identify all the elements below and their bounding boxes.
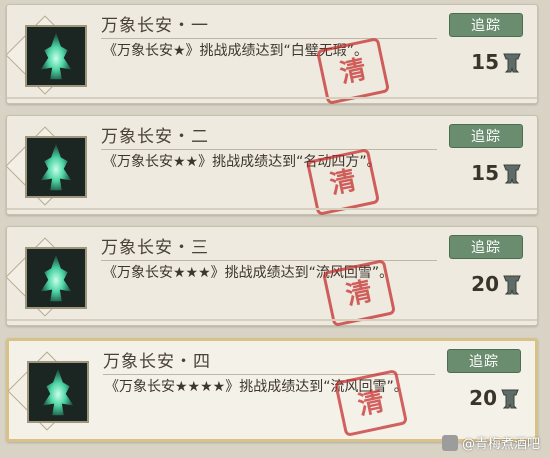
achievement-title: 万象长安・一 xyxy=(101,16,209,36)
bronze-vessel-icon xyxy=(501,389,519,409)
title-divider xyxy=(101,260,437,261)
card-bottom-rule xyxy=(7,97,537,99)
reward: 20 xyxy=(469,385,521,411)
jade-tree-icon xyxy=(25,247,87,309)
achievement-description: 《万象长安★》挑战成绩达到“白璧无瑕”。 xyxy=(103,43,369,59)
weibo-logo-icon xyxy=(441,434,458,451)
achievement-title: 万象长安・四 xyxy=(103,352,211,372)
achievement-card-3[interactable]: 万象长安・三 《万象长安★★★》挑战成绩达到“流风回雪”。 追踪 20 清 xyxy=(5,226,538,328)
achievement-description: 《万象长安★★》挑战成绩达到“名动四方”。 xyxy=(103,154,381,170)
reward-amount: 20 xyxy=(469,386,497,410)
card-bottom-rule xyxy=(7,208,537,210)
stamp: 清 xyxy=(321,258,397,328)
jade-tree-icon xyxy=(25,136,87,198)
card-bottom-rule xyxy=(7,319,537,321)
title-divider xyxy=(101,149,437,150)
reward-amount: 20 xyxy=(471,272,499,296)
stamp: 清 xyxy=(305,147,381,217)
title-divider xyxy=(101,38,437,39)
track-button[interactable]: 追踪 xyxy=(449,235,523,259)
bronze-vessel-icon xyxy=(503,53,521,73)
watermark: @青梅煮酒吧 xyxy=(441,433,540,452)
stamp: 清 xyxy=(315,36,391,106)
achievement-card-2[interactable]: 万象长安・二 《万象长安★★》挑战成绩达到“名动四方”。 追踪 15 清 xyxy=(5,115,538,217)
stamp: 清 xyxy=(333,368,409,438)
reward: 15 xyxy=(471,160,523,186)
jade-tree-icon xyxy=(25,25,87,87)
reward: 15 xyxy=(471,49,523,75)
achievement-card-1[interactable]: 万象长安・一 《万象长安★》挑战成绩达到“白璧无瑕”。 追踪 15 清 xyxy=(5,4,538,106)
achievement-card-4[interactable]: 万象长安・四 《万象长安★★★★》挑战成绩达到“流风回雪”。 追踪 20 清 xyxy=(6,338,538,442)
track-button[interactable]: 追踪 xyxy=(449,124,523,148)
reward-amount: 15 xyxy=(471,50,499,74)
achievement-title: 万象长安・三 xyxy=(101,238,209,258)
track-button[interactable]: 追踪 xyxy=(449,13,523,37)
watermark-text: @青梅煮酒吧 xyxy=(461,437,540,452)
reward-amount: 15 xyxy=(471,161,499,185)
reward: 20 xyxy=(471,271,523,297)
track-button[interactable]: 追踪 xyxy=(447,349,521,373)
achievement-title: 万象长安・二 xyxy=(101,127,209,147)
achievement-description: 《万象长安★★★》挑战成绩达到“流风回雪”。 xyxy=(103,265,394,281)
bronze-vessel-icon xyxy=(503,164,521,184)
bronze-vessel-icon xyxy=(503,275,521,295)
jade-tree-icon xyxy=(27,361,89,423)
